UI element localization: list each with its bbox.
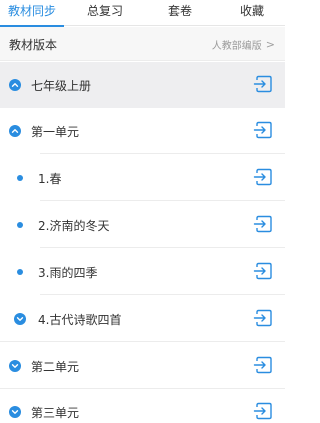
tree-item-label: 七年级上册 [31, 79, 92, 93]
dot-icon [17, 269, 23, 275]
row-divider [0, 341, 285, 342]
chevron-down-icon[interactable] [9, 360, 21, 372]
enter-icon[interactable] [253, 75, 273, 93]
tree-item-grade[interactable]: 七年级上册 [0, 62, 285, 108]
dot-icon [17, 175, 23, 181]
tab-test-sets[interactable]: 套卷 [150, 0, 210, 26]
row-divider [40, 153, 285, 154]
tab-textbook-sync[interactable]: 教材同步 [0, 0, 64, 27]
tree-item-label: 3.雨的四季 [38, 266, 98, 280]
top-tab-bar: 教材同步 总复习 套卷 收藏 [0, 0, 285, 27]
tree-item-label: 第三单元 [31, 406, 80, 420]
chevron-down-icon[interactable] [14, 313, 26, 325]
row-divider [40, 200, 285, 201]
tree-item-lesson-2[interactable]: 2.济南的冬天 [0, 202, 285, 248]
tree-item-label: 1.春 [38, 172, 62, 186]
textbook-edition-row: 教材版本 人教部编版 > [0, 27, 285, 61]
tab-label: 教材同步 [7, 4, 56, 18]
tab-favorites[interactable]: 收藏 [222, 0, 282, 26]
tree-item-unit-2[interactable]: 第二单元 [0, 343, 285, 389]
edition-value: 人教部编版 [211, 41, 262, 52]
edition-label: 教材版本 [9, 38, 58, 52]
tree-item-unit-3[interactable]: 第三单元 [0, 389, 285, 423]
tree-item-label: 4.古代诗歌四首 [38, 313, 122, 327]
enter-icon[interactable] [253, 309, 273, 327]
tree-item-label: 第二单元 [31, 360, 80, 374]
tab-label: 总复习 [86, 4, 123, 18]
tree-item-label: 2.济南的冬天 [38, 219, 110, 233]
tab-label: 收藏 [239, 4, 264, 18]
enter-icon[interactable] [253, 121, 273, 139]
dot-icon [17, 222, 23, 228]
enter-icon[interactable] [253, 262, 273, 280]
chevron-right-icon: > [265, 38, 275, 51]
enter-icon[interactable] [253, 356, 273, 374]
row-divider [40, 294, 285, 295]
edition-selector[interactable]: 人教部编版 > [212, 37, 275, 52]
enter-icon[interactable] [253, 215, 273, 233]
chevron-up-icon[interactable] [9, 79, 21, 91]
tab-general-review[interactable]: 总复习 [70, 0, 140, 26]
tab-label: 套卷 [167, 4, 192, 18]
enter-icon[interactable] [253, 168, 273, 186]
chevron-up-icon[interactable] [9, 125, 21, 137]
tree-item-label: 第一单元 [31, 125, 80, 139]
tree-item-unit-1[interactable]: 第一单元 [0, 108, 285, 154]
row-divider [40, 247, 285, 248]
tree-item-lesson-3[interactable]: 3.雨的四季 [0, 249, 285, 295]
chevron-down-icon[interactable] [9, 406, 21, 418]
tree-item-lesson-4[interactable]: 4.古代诗歌四首 [0, 296, 285, 342]
enter-icon[interactable] [253, 402, 273, 420]
tree-item-lesson-1[interactable]: 1.春 [0, 155, 285, 201]
